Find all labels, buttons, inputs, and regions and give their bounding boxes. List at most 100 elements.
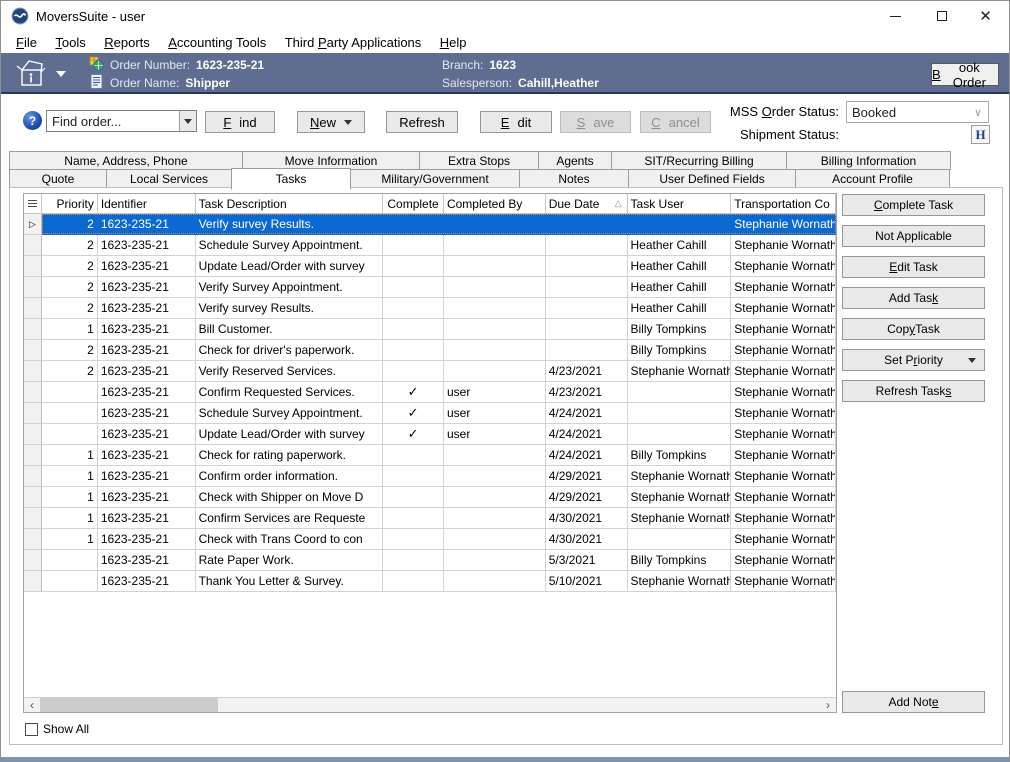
cell-priority[interactable] — [42, 424, 98, 445]
table-row[interactable]: 1623-235-21Rate Paper Work.5/3/2021Billy… — [24, 550, 836, 571]
cell-identifier[interactable]: 1623-235-21 — [98, 277, 196, 298]
cell-task_user[interactable]: Stephanie Wornath — [628, 571, 732, 592]
cell-completed_by[interactable]: user — [444, 382, 546, 403]
scroll-right-button[interactable]: › — [820, 698, 836, 712]
cell-selector[interactable] — [24, 508, 42, 529]
column-header-selector[interactable] — [24, 194, 42, 214]
cell-complete[interactable] — [383, 214, 444, 235]
cell-completed_by[interactable] — [444, 319, 546, 340]
cell-identifier[interactable]: 1623-235-21 — [98, 214, 196, 235]
cell-completed_by[interactable] — [444, 214, 546, 235]
cell-identifier[interactable]: 1623-235-21 — [98, 550, 196, 571]
table-row[interactable]: 11623-235-21Check with Shipper on Move D… — [24, 487, 836, 508]
cell-selector[interactable]: ▷ — [24, 214, 42, 235]
cell-complete[interactable]: ✓ — [383, 382, 444, 403]
copy-task-button[interactable]: Copy Task — [842, 318, 985, 340]
cell-description[interactable]: Schedule Survey Appointment. — [196, 403, 384, 424]
cell-transportation[interactable]: Stephanie Wornath — [731, 571, 836, 592]
cell-task_user[interactable]: Stephanie Wornath — [628, 487, 732, 508]
cell-selector[interactable] — [24, 445, 42, 466]
tab-agents[interactable]: Agents — [538, 151, 612, 170]
cell-complete[interactable] — [383, 298, 444, 319]
cell-identifier[interactable]: 1623-235-21 — [98, 298, 196, 319]
cell-task_user[interactable]: Stephanie Wornath — [628, 466, 732, 487]
column-header-complete[interactable]: Complete — [383, 194, 444, 214]
column-header-priority[interactable]: Priority — [42, 194, 98, 214]
table-row[interactable]: 21623-235-21Schedule Survey Appointment.… — [24, 235, 836, 256]
column-header-due_date[interactable]: Due Date△ — [546, 194, 628, 214]
table-row[interactable]: 11623-235-21Check with Trans Coord to co… — [24, 529, 836, 550]
table-row[interactable]: 1623-235-21Update Lead/Order with survey… — [24, 424, 836, 445]
cell-task_user[interactable]: Billy Tompkins — [628, 445, 732, 466]
cell-due_date[interactable] — [546, 277, 628, 298]
add-task-button[interactable]: Add Task — [842, 287, 985, 309]
cell-complete[interactable] — [383, 340, 444, 361]
cell-priority[interactable] — [42, 403, 98, 424]
cell-due_date[interactable]: 5/10/2021 — [546, 571, 628, 592]
cell-completed_by[interactable] — [444, 298, 546, 319]
table-row[interactable]: 11623-235-21Confirm order information.4/… — [24, 466, 836, 487]
cell-selector[interactable] — [24, 256, 42, 277]
tab-account-profile[interactable]: Account Profile — [795, 169, 950, 188]
cell-task_user[interactable]: Stephanie Wornath — [628, 508, 732, 529]
cell-complete[interactable] — [383, 508, 444, 529]
cell-priority[interactable]: 2 — [42, 214, 98, 235]
cell-selector[interactable] — [24, 382, 42, 403]
cell-due_date[interactable] — [546, 214, 628, 235]
shipment-box-icon[interactable] — [14, 57, 52, 94]
cell-complete[interactable] — [383, 529, 444, 550]
cell-description[interactable]: Confirm order information. — [196, 466, 384, 487]
cell-identifier[interactable]: 1623-235-21 — [98, 529, 196, 550]
cell-priority[interactable]: 1 — [42, 508, 98, 529]
cell-identifier[interactable]: 1623-235-21 — [98, 361, 196, 382]
cell-transportation[interactable]: Stephanie Wornath — [731, 424, 836, 445]
not-applicable-button[interactable]: Not Applicable — [842, 225, 985, 247]
book-order-button[interactable]: Book Order — [931, 63, 999, 86]
cell-transportation[interactable]: Stephanie Wornath — [731, 382, 836, 403]
refresh-button[interactable]: Refresh — [386, 111, 458, 133]
column-header-completed_by[interactable]: Completed By — [444, 194, 546, 214]
new-button[interactable]: New — [297, 111, 365, 133]
cell-due_date[interactable]: 4/23/2021 — [546, 361, 628, 382]
cell-transportation[interactable]: Stephanie Wornath — [731, 319, 836, 340]
cell-description[interactable]: Verify survey Results. — [196, 214, 384, 235]
cell-identifier[interactable]: 1623-235-21 — [98, 424, 196, 445]
cell-task_user[interactable] — [628, 424, 732, 445]
cell-priority[interactable]: 2 — [42, 277, 98, 298]
cell-task_user[interactable]: Billy Tompkins — [628, 550, 732, 571]
cell-complete[interactable] — [383, 256, 444, 277]
tab-sit-recurring-billing[interactable]: SIT/Recurring Billing — [611, 151, 787, 170]
table-row[interactable]: 11623-235-21Confirm Services are Request… — [24, 508, 836, 529]
cell-selector[interactable] — [24, 298, 42, 319]
cell-completed_by[interactable] — [444, 445, 546, 466]
cell-task_user[interactable] — [628, 382, 732, 403]
cell-task_user[interactable] — [628, 403, 732, 424]
cell-completed_by[interactable] — [444, 256, 546, 277]
tab-billing-information[interactable]: Billing Information — [786, 151, 951, 170]
cell-completed_by[interactable]: user — [444, 403, 546, 424]
menu-help[interactable]: Help — [433, 31, 474, 53]
cell-identifier[interactable]: 1623-235-21 — [98, 340, 196, 361]
cell-transportation[interactable]: Stephanie Wornath — [731, 214, 836, 235]
cell-priority[interactable]: 2 — [42, 340, 98, 361]
cell-identifier[interactable]: 1623-235-21 — [98, 466, 196, 487]
cell-complete[interactable] — [383, 571, 444, 592]
cell-description[interactable]: Bill Customer. — [196, 319, 384, 340]
tab-user-defined-fields[interactable]: User Defined Fields — [628, 169, 796, 188]
edit-task-button[interactable]: Edit Task — [842, 256, 985, 278]
set-priority-button[interactable]: Set Priority — [842, 349, 985, 371]
cell-priority[interactable]: 1 — [42, 319, 98, 340]
cell-description[interactable]: Rate Paper Work. — [196, 550, 384, 571]
cell-completed_by[interactable] — [444, 361, 546, 382]
cell-priority[interactable]: 1 — [42, 445, 98, 466]
minimize-button[interactable] — [873, 1, 918, 31]
cell-selector[interactable] — [24, 319, 42, 340]
cell-priority[interactable] — [42, 550, 98, 571]
cell-transportation[interactable]: Stephanie Wornath — [731, 361, 836, 382]
maximize-button[interactable] — [919, 1, 964, 31]
cell-due_date[interactable] — [546, 235, 628, 256]
cell-selector[interactable] — [24, 550, 42, 571]
tab-military-government[interactable]: Military/Government — [350, 169, 520, 188]
cell-description[interactable]: Check for driver's paperwork. — [196, 340, 384, 361]
cell-priority[interactable]: 2 — [42, 256, 98, 277]
